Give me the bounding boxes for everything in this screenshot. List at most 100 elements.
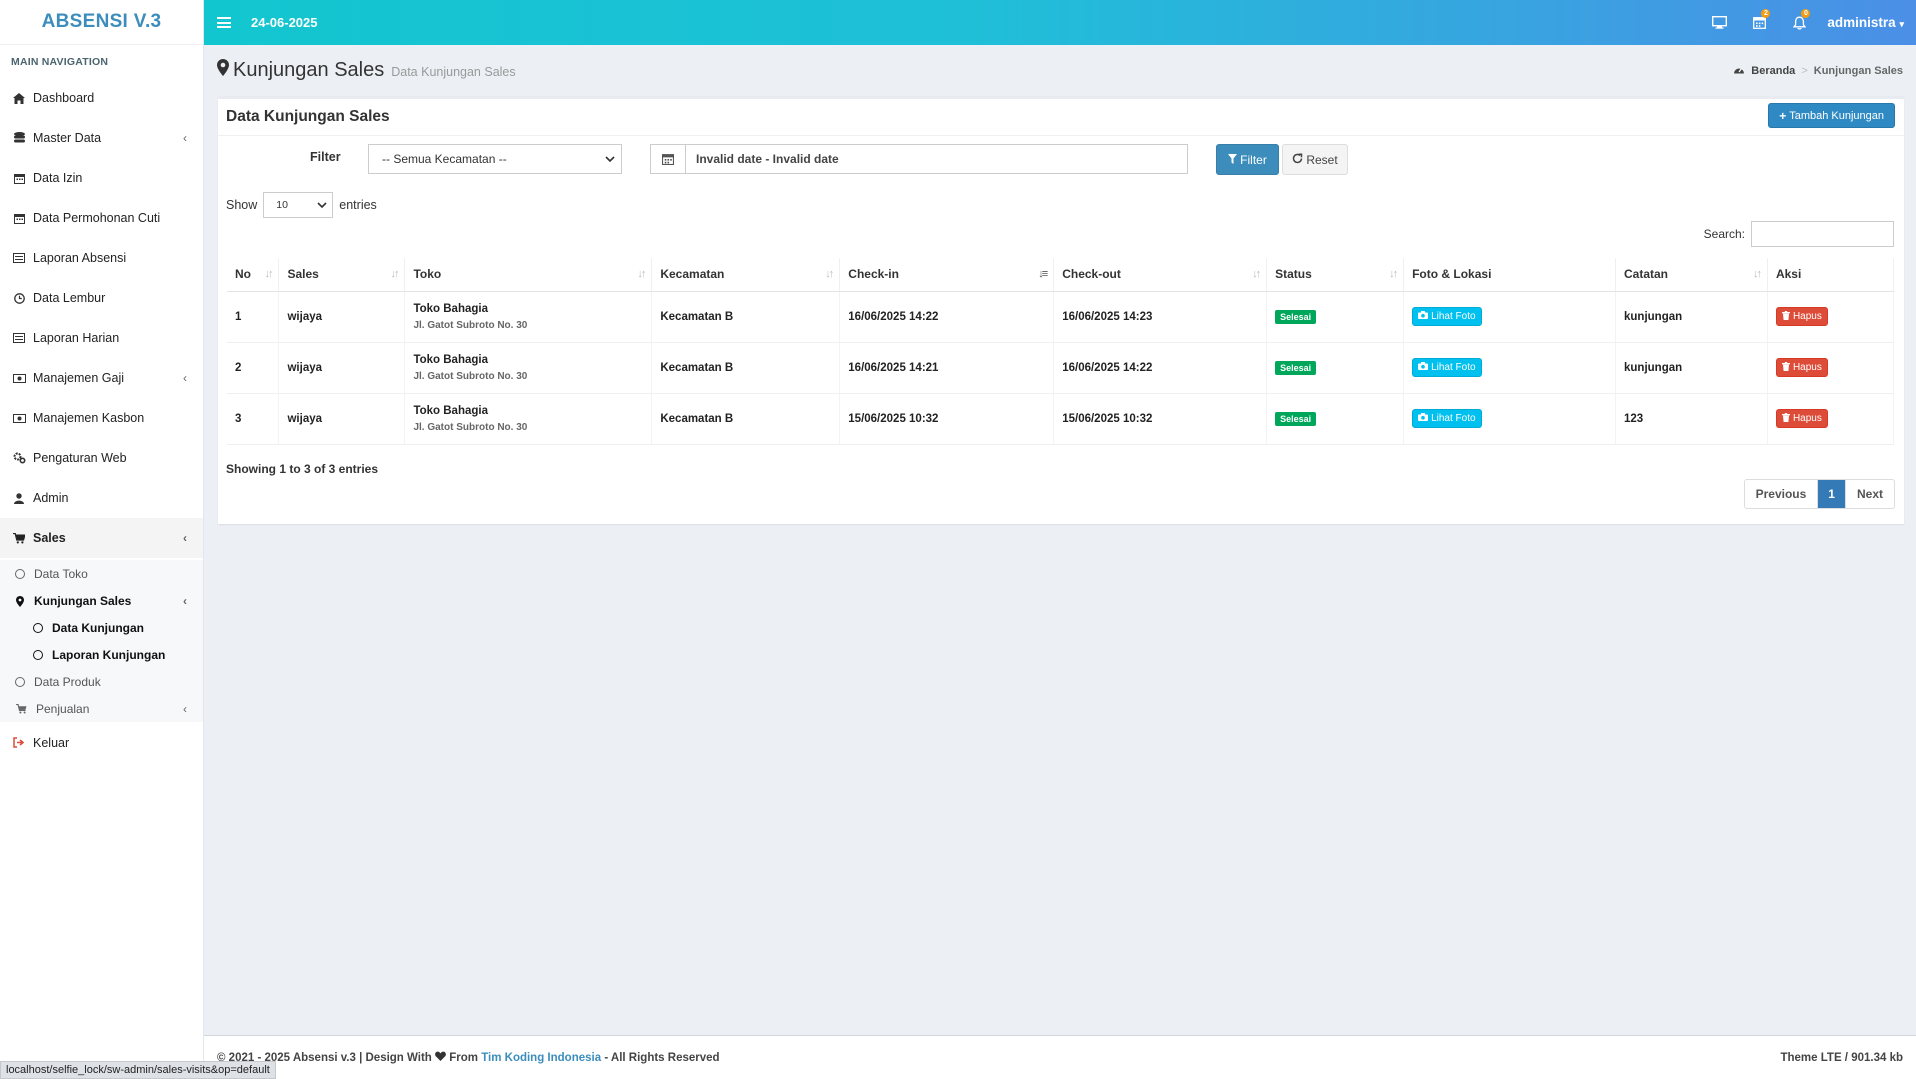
gears-icon [12,451,26,465]
sidebar-item-label: Data Lembur [33,291,106,305]
pagination-page-1[interactable]: 1 [1818,480,1846,508]
cell-toko: Toko Bahagia Jl. Gatot Subroto No. 30 [404,342,653,394]
sidebar-item-label: Laporan Harian [33,331,120,345]
toko-address: Jl. Gatot Subroto No. 30 [413,421,528,433]
calendar-icon [12,171,26,185]
sidebar-item-data-kunjungan[interactable]: Data Kunjungan [0,614,203,641]
sidebar-item-penjualan[interactable]: Penjualan ‹ [0,695,203,722]
sales-submenu: Data Toko Kunjungan Sales ‹ Data Kunjung… [0,560,203,722]
page-length-control: Show 10 entries [226,192,377,218]
column-header-checkin[interactable]: Check-in ↓≡ [839,258,1055,292]
reset-button[interactable]: Reset [1282,144,1348,175]
sidebar-item-data-izin[interactable]: Data Izin [0,158,203,198]
sidebar-item-label: Sales [33,531,66,545]
breadcrumb-home[interactable]: Beranda [1751,65,1795,77]
database-icon [12,131,26,145]
sidebar-item-manajemen-gaji[interactable]: Manajemen Gaji ‹ [0,358,203,398]
column-header-checkout[interactable]: Check-out ↓↑ [1053,258,1268,292]
cart-icon [12,531,26,545]
sidebar-item-data-permohonan-cuti[interactable]: Data Permohonan Cuti [0,198,203,238]
kecamatan-select[interactable]: -- Semua Kecamatan -- [368,144,622,174]
sort-icon: ↓↑ [637,268,646,281]
status-badge: Selesai [1275,309,1317,324]
cell-checkout: 16/06/2025 14:22 [1053,342,1268,394]
bell-badge: 0 [1801,9,1811,18]
desktop-icon[interactable] [1699,0,1739,45]
sidebar-item-pengaturan-web[interactable]: Pengaturan Web [0,438,203,478]
hapus-label: Hapus [1792,311,1822,322]
sidebar-item-kunjungan-sales[interactable]: Kunjungan Sales ‹ [0,587,203,614]
column-header-label: Check-in [848,267,899,282]
sidebar-item-manajemen-kasbon[interactable]: Manajemen Kasbon [0,398,203,438]
hapus-button[interactable]: Hapus [1775,409,1828,428]
sign-out-icon [12,736,26,750]
cell-aksi: Hapus [1767,291,1895,343]
sidebar-item-laporan-harian[interactable]: Laporan Harian [0,318,203,358]
breadcrumb-current: Kunjungan Sales [1813,65,1903,77]
pagination-previous[interactable]: Previous [1745,480,1819,508]
add-kunjungan-button[interactable]: + Tambah Kunjungan [1768,103,1895,128]
pagination-next[interactable]: Next [1846,480,1894,508]
cell-checkin: 15/06/2025 10:32 [839,393,1055,445]
cell-kecamatan: Kecamatan B [651,393,841,445]
cell-status: Selesai [1266,393,1405,445]
sidebar-item-label: Admin [33,491,69,505]
search-control: Search: [1704,221,1894,247]
sidebar-item-label: Dashboard [33,91,95,105]
cell-foto: Lihat Foto [1403,393,1616,445]
trash-icon [1781,361,1790,374]
cell-catatan: 123 [1615,393,1768,445]
column-header-label: Toko [413,267,442,282]
kunjungan-table: No ↓↑ Sales ↓↑ Toko ↓↑ Kecamatan ↓↑ Check-in… [227,258,1895,445]
column-header-no[interactable]: No ↓↑ [227,258,280,292]
camera-icon [1418,311,1429,322]
menu-toggle-icon[interactable] [217,17,231,28]
footer-link[interactable]: Tim Koding Indonesia [481,1052,601,1064]
cell-no: 2 [227,342,280,394]
date-range-field[interactable]: Invalid date - Invalid date [650,144,1188,174]
toko-name: Toko Bahagia [413,302,488,315]
sidebar-item-label: Data Produk [34,674,101,689]
sidebar-item-laporan-absensi[interactable]: Laporan Absensi [0,238,203,278]
content-header: Kunjungan Sales Data Kunjungan Sales Ber… [204,45,1916,95]
sidebar-item-label: Penjualan [36,701,90,716]
calendar-notification-icon[interactable]: 2 [1739,0,1779,45]
lihat-foto-button[interactable]: Lihat Foto [1412,358,1482,377]
hapus-button[interactable]: Hapus [1775,358,1828,377]
cell-status: Selesai [1266,342,1405,394]
sidebar-item-keluar[interactable]: Keluar [0,724,203,761]
app-logo[interactable]: ABSENSI V.3 [0,0,203,45]
cell-checkout: 15/06/2025 10:32 [1053,393,1268,445]
lihat-foto-button[interactable]: Lihat Foto [1412,409,1482,428]
column-header-status[interactable]: Status ↓↑ [1266,258,1405,292]
page-length-select[interactable]: 10 [263,192,334,218]
circle-icon [33,622,43,633]
column-header-catatan[interactable]: Catatan ↓↑ [1615,258,1768,292]
search-input[interactable] [1751,221,1894,247]
trash-icon [1781,412,1790,425]
sidebar-item-sales[interactable]: Sales ‹ [0,518,203,558]
column-header-label: Status [1275,267,1312,282]
column-header-sales[interactable]: Sales ↓↑ [278,258,406,292]
sidebar-item-admin[interactable]: Admin [0,478,203,518]
lihat-foto-button[interactable]: Lihat Foto [1412,307,1482,326]
hapus-button[interactable]: Hapus [1775,307,1828,326]
user-menu[interactable]: administra ▾ [1819,15,1916,30]
sidebar-item-data-toko[interactable]: Data Toko [0,560,203,587]
camera-icon [1418,413,1429,424]
sidebar-item-data-lembur[interactable]: Data Lembur [0,278,203,318]
chevron-left-icon: ‹ [183,701,187,716]
status-badge: Selesai [1275,360,1317,375]
sidebar-item-master-data[interactable]: Master Data ‹ [0,118,203,158]
list-icon [12,331,26,345]
cell-catatan: kunjungan [1615,291,1768,343]
sort-icon: ↓↑ [825,268,834,281]
column-header-kecamatan[interactable]: Kecamatan ↓↑ [651,258,841,292]
column-header-toko[interactable]: Toko ↓↑ [404,258,653,292]
cell-no: 1 [227,291,280,343]
sidebar-item-laporan-kunjungan[interactable]: Laporan Kunjungan [0,641,203,668]
filter-button[interactable]: Filter [1216,144,1279,175]
sidebar-item-dashboard[interactable]: Dashboard [0,78,203,118]
sidebar-item-data-produk[interactable]: Data Produk [0,668,203,695]
bell-icon[interactable]: 0 [1779,0,1819,45]
